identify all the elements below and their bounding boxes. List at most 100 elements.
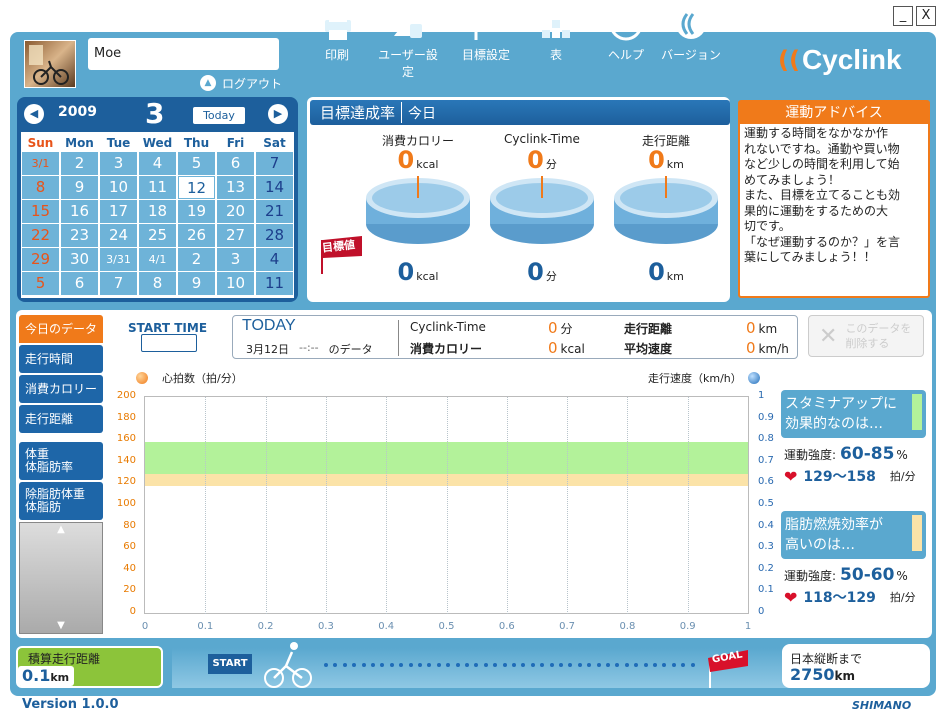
sidebar-item-ride-time[interactable]: 走行時間 — [19, 345, 103, 373]
calendar-day[interactable]: 6 — [217, 152, 254, 175]
eject-icon: ▲ — [200, 75, 216, 91]
goal-target-flag: 目標値 — [316, 236, 364, 274]
calendar-day[interactable]: 7 — [256, 152, 293, 175]
calendar-day[interactable]: 5 — [178, 152, 215, 175]
calendar-day[interactable]: 14 — [256, 176, 293, 199]
today-stat: 0分 — [548, 319, 573, 337]
goal-target-unit: km — [666, 270, 684, 283]
calendar-day[interactable]: 26 — [178, 224, 215, 247]
nav-user-settings-button[interactable]: ユーザー設定 — [373, 6, 443, 80]
advice-line: 「なぜ運動するのか？」を言 — [744, 234, 901, 249]
calendar-day[interactable]: 11 — [139, 176, 176, 199]
calendar-day[interactable]: 5 — [22, 272, 59, 295]
today-stat-label: 走行距離 — [624, 322, 673, 336]
road-progress-dot — [342, 663, 347, 667]
calendar-day[interactable]: 3 — [100, 152, 137, 175]
minimize-button[interactable]: _ — [893, 6, 913, 26]
zone-intensity-value: 50-60 — [840, 565, 895, 585]
goal-target-value: 0 — [397, 258, 415, 286]
calendar-day[interactable]: 4 — [256, 248, 293, 271]
calendar-day[interactable]: 23 — [61, 224, 98, 247]
sidebar-scroll-area[interactable] — [19, 522, 103, 634]
sidebar-item-distance[interactable]: 走行距離 — [19, 405, 103, 433]
printer-icon — [319, 6, 355, 42]
zone-hr-unit: 拍/分 — [889, 591, 916, 604]
remaining-distance-number: 2750 — [790, 665, 835, 684]
next-month-button[interactable]: ▶ — [268, 104, 288, 124]
today-date-suffix: のデータ — [328, 343, 373, 356]
calendar-day[interactable]: 4/1 — [139, 248, 176, 271]
scroll-down-arrow-icon[interactable]: ▼ — [19, 620, 103, 631]
nav-version-button[interactable]: バージョン — [656, 6, 726, 63]
close-button[interactable]: X — [916, 6, 936, 26]
nav-goal-settings-button[interactable]: 目標設定 — [451, 6, 521, 63]
calendar-day[interactable]: 2 — [178, 248, 215, 271]
delete-label: このデータを — [845, 322, 912, 335]
calendar-day[interactable]: 3/31 — [100, 248, 137, 271]
calendar-day[interactable]: 8 — [139, 272, 176, 295]
calendar-day[interactable]: 15 — [22, 200, 59, 223]
sidebar-item-calories[interactable]: 消費カロリー — [19, 375, 103, 403]
sidebar-item-today[interactable]: 今日のデータ — [19, 315, 103, 343]
sidebar-item-weight-bodyfat[interactable]: 体重 体脂肪率 — [19, 442, 103, 480]
calendar-day[interactable]: 9 — [61, 176, 98, 199]
calendar-day[interactable]: 11 — [256, 272, 293, 295]
calendar-day[interactable]: 10 — [100, 176, 137, 199]
advice-line: 果的に運動をするための大 — [744, 203, 889, 218]
svg-text:?: ? — [621, 12, 632, 36]
scroll-up-arrow-icon[interactable]: ▲ — [19, 524, 103, 535]
start-time-field[interactable] — [141, 334, 197, 352]
nav-print-button[interactable]: 印刷 — [302, 6, 372, 63]
calendar-day[interactable]: 21 — [256, 200, 293, 223]
calendar-day[interactable]: 30 — [61, 248, 98, 271]
calendar-day[interactable]: 16 — [61, 200, 98, 223]
chart-gridline — [205, 397, 207, 614]
calendar-day[interactable]: 18 — [139, 200, 176, 223]
delete-data-button[interactable]: ✕ このデータを 削除する — [808, 315, 924, 357]
calendar-day[interactable]: 9 — [178, 272, 215, 295]
calendar-day[interactable]: 7 — [100, 272, 137, 295]
road-progress-dot — [577, 663, 582, 667]
calendar-day[interactable]: 24 — [100, 224, 137, 247]
calendar-day[interactable]: 27 — [217, 224, 254, 247]
goal-target-unit: kcal — [416, 270, 439, 283]
nav-help-button[interactable]: ? ヘルプ — [591, 6, 661, 63]
logout-button[interactable]: ▲ ログアウト — [200, 74, 282, 92]
calendar-day[interactable]: 3/1 — [22, 152, 59, 175]
x-tick-label: 0.8 — [619, 621, 636, 632]
calendar-day[interactable]: 4 — [139, 152, 176, 175]
user-name-field[interactable]: Moe — [88, 38, 279, 70]
zone-intensity-pct: % — [896, 448, 908, 462]
y-left-tick-label: 20 — [123, 584, 136, 596]
today-stat-unit: km/h — [758, 342, 789, 356]
calendar-day[interactable]: 13 — [217, 176, 254, 199]
nav-table-button[interactable]: 表 — [521, 6, 591, 63]
advice-line: 葉にしてみましょう！！ — [744, 250, 876, 264]
calendar-day[interactable]: 3 — [217, 248, 254, 271]
calendar-day[interactable]: 25 — [139, 224, 176, 247]
calendar-day[interactable]: 10 — [217, 272, 254, 295]
advice-line: めてみましょう！ — [744, 172, 841, 187]
today-button[interactable]: Today — [193, 107, 245, 124]
calendar-day[interactable]: 2 — [61, 152, 98, 175]
road-progress-dot — [371, 663, 375, 667]
zone-intensity-label: 運動強度: — [784, 569, 837, 583]
heart-rate-legend: 心拍数（拍/分） — [136, 370, 243, 386]
calendar-day[interactable]: 17 — [100, 200, 137, 223]
calendar-day[interactable]: 6 — [61, 272, 98, 295]
total-distance-unit: km — [50, 671, 70, 684]
goal-subtitle: 今日 — [408, 105, 437, 122]
prev-month-button[interactable]: ◀ — [24, 104, 44, 124]
road-progress-dot — [606, 663, 610, 667]
road-progress-dot — [530, 663, 535, 667]
calendar-day[interactable]: 29 — [22, 248, 59, 271]
goal-metric-value: 0 — [527, 146, 544, 174]
nav-label: バージョン — [661, 48, 721, 62]
calendar-day-selected[interactable]: 12 — [178, 176, 215, 199]
calendar-day[interactable]: 8 — [22, 176, 59, 199]
calendar-day[interactable]: 28 — [256, 224, 293, 247]
calendar-day[interactable]: 19 — [178, 200, 215, 223]
calendar-day[interactable]: 22 — [22, 224, 59, 247]
calendar-day[interactable]: 20 — [217, 200, 254, 223]
sidebar-item-lean-mass[interactable]: 除脂肪体重 体脂肪 — [19, 482, 103, 520]
